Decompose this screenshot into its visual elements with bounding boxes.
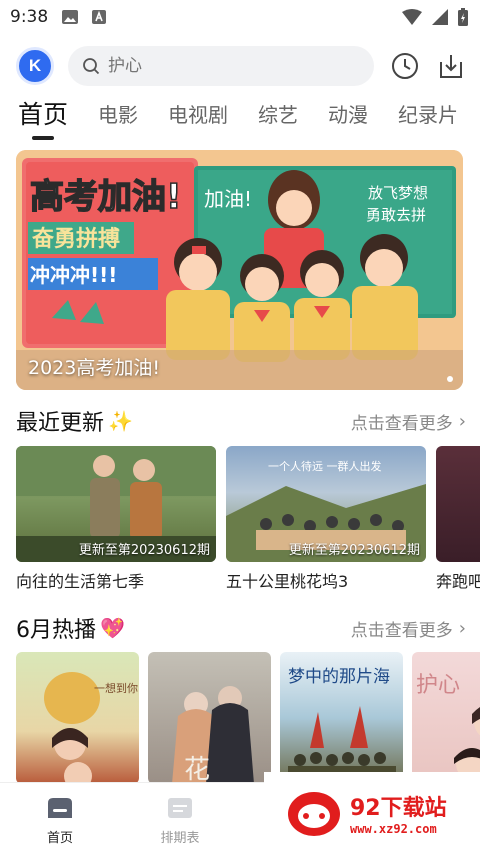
signal-icon — [432, 9, 448, 25]
download-button[interactable] — [436, 51, 466, 81]
recent-card[interactable]: 奔跑吧 — [436, 446, 480, 596]
search-icon — [83, 58, 100, 75]
watermark-url: www.xz92.com — [350, 821, 437, 836]
recent-thumbnail — [436, 446, 480, 562]
home-icon — [48, 798, 72, 818]
status-right-group — [402, 8, 468, 26]
banner-line3-art: 冲冲冲!!! — [30, 263, 117, 287]
banner-line2-art: 奋勇拼搏 — [31, 226, 120, 252]
category-tabs: 首页 电影 电视剧 综艺 动漫 纪录片 — [0, 96, 480, 140]
recent-section-title: 最近更新 — [16, 411, 105, 436]
hot-poster[interactable]: 梦中的那片海 — [280, 652, 403, 784]
recent-list: 更新至第20230612期 向往的生活第七季 一个人待远 一群人出发 更新至第2… — [16, 446, 480, 596]
chevron-right-icon: › — [458, 617, 466, 639]
banner-headline-art: 高考加油! — [30, 177, 182, 217]
tab-tv-series[interactable]: 电视剧 — [168, 96, 228, 134]
recent-more-link[interactable]: 点击查看更多 › — [351, 409, 466, 434]
hot-poster[interactable]: 花 — [148, 652, 271, 784]
clock-icon — [392, 53, 418, 79]
tab-documentary[interactable]: 纪录片 — [398, 96, 458, 134]
poster-art: 花 — [172, 686, 254, 784]
calendar-icon — [168, 798, 192, 818]
poster-art-text: 护心 — [416, 673, 460, 698]
nav-home[interactable]: 首页 — [0, 783, 120, 853]
status-time: 9:38 — [10, 7, 49, 27]
hot-more-link[interactable]: 点击查看更多 › — [351, 616, 466, 641]
nav-home-label: 首页 — [46, 831, 73, 846]
watermark-name: 92下载站 — [350, 795, 447, 821]
poster-art-text: 梦中的那片海 — [288, 667, 390, 687]
top-header: K — [0, 44, 480, 88]
hot-list: 一想到你 花 梦中的那片海 护心 — [16, 652, 480, 784]
recent-card-title: 奔跑吧 — [436, 572, 480, 591]
recent-thumbnail: 一个人待远 一群人出发 更新至第20230612期 — [226, 446, 426, 562]
banner-page-indicator — [447, 376, 453, 382]
recent-card-title: 向往的生活第七季 — [16, 572, 145, 591]
tab-variety[interactable]: 综艺 — [258, 96, 298, 134]
gallery-notification-icon — [62, 10, 79, 24]
site-watermark: 92下载站 www.xz92.com — [264, 772, 480, 853]
poster-art: 一想到你 — [44, 672, 138, 784]
hot-section-header: 6月热播 💖 点击查看更多 › — [16, 611, 466, 645]
wifi-icon — [402, 9, 422, 25]
poster-art: 护心 — [416, 673, 480, 780]
tab-home[interactable]: 首页 — [18, 96, 68, 134]
poster-art: 梦中的那片海 — [288, 667, 396, 784]
tab-anime[interactable]: 动漫 — [328, 96, 368, 134]
nav-schedule-label: 排期表 — [160, 831, 200, 846]
hot-poster[interactable]: 一想到你 — [16, 652, 139, 784]
recent-more-label: 点击查看更多 — [350, 413, 453, 434]
thumbnail-art-text: 一个人待远 一群人出发 — [268, 459, 382, 473]
battery-icon — [458, 8, 468, 26]
status-bar: 9:38 — [0, 0, 480, 34]
app-notification-icon — [92, 10, 107, 24]
sparkle-icon: ✨ — [108, 409, 133, 433]
poster-art-text: 花 — [184, 755, 210, 784]
recent-thumbnail: 更新至第20230612期 — [16, 446, 216, 562]
heart-icon: 💖 — [100, 616, 125, 640]
poster-art-text: 一想到你 — [94, 681, 138, 695]
banner-caption: 2023高考加油! — [28, 357, 160, 379]
history-button[interactable] — [390, 51, 420, 81]
recent-card[interactable]: 更新至第20230612期 向往的生活第七季 — [16, 446, 216, 596]
tab-movies[interactable]: 电影 — [98, 96, 138, 134]
hot-poster[interactable]: 护心 — [412, 652, 480, 784]
hero-banner[interactable]: 高考加油! 奋勇拼搏 冲冲冲!!! 加油! 放飞梦想 勇敢去拼 2023高考加油… — [16, 150, 463, 390]
avatar-letter: K — [28, 56, 42, 75]
watermark-logo-icon — [288, 791, 340, 836]
banner-board-right1-art: 放飞梦想 — [368, 184, 428, 202]
episode-label: 更新至第20230612期 — [78, 543, 210, 558]
banner-board-left-art: 加油! — [204, 187, 252, 211]
download-icon — [440, 55, 462, 78]
search-input[interactable] — [108, 56, 328, 76]
recent-card[interactable]: 一个人待远 一群人出发 更新至第20230612期 五十公里桃花坞3 — [226, 446, 426, 596]
hot-section-title: 6月热播 — [16, 618, 96, 643]
hot-more-label: 点击查看更多 — [350, 620, 453, 641]
recent-card-title: 五十公里桃花坞3 — [226, 572, 349, 591]
episode-label: 更新至第20230612期 — [288, 543, 420, 558]
search-bar[interactable] — [68, 46, 374, 86]
chevron-right-icon: › — [458, 410, 466, 432]
nav-schedule[interactable]: 排期表 — [120, 783, 240, 853]
avatar[interactable]: K — [16, 47, 54, 85]
recent-section-header: 最近更新 ✨ 点击查看更多 › — [16, 404, 466, 438]
banner-board-right2-art: 勇敢去拼 — [366, 206, 426, 224]
